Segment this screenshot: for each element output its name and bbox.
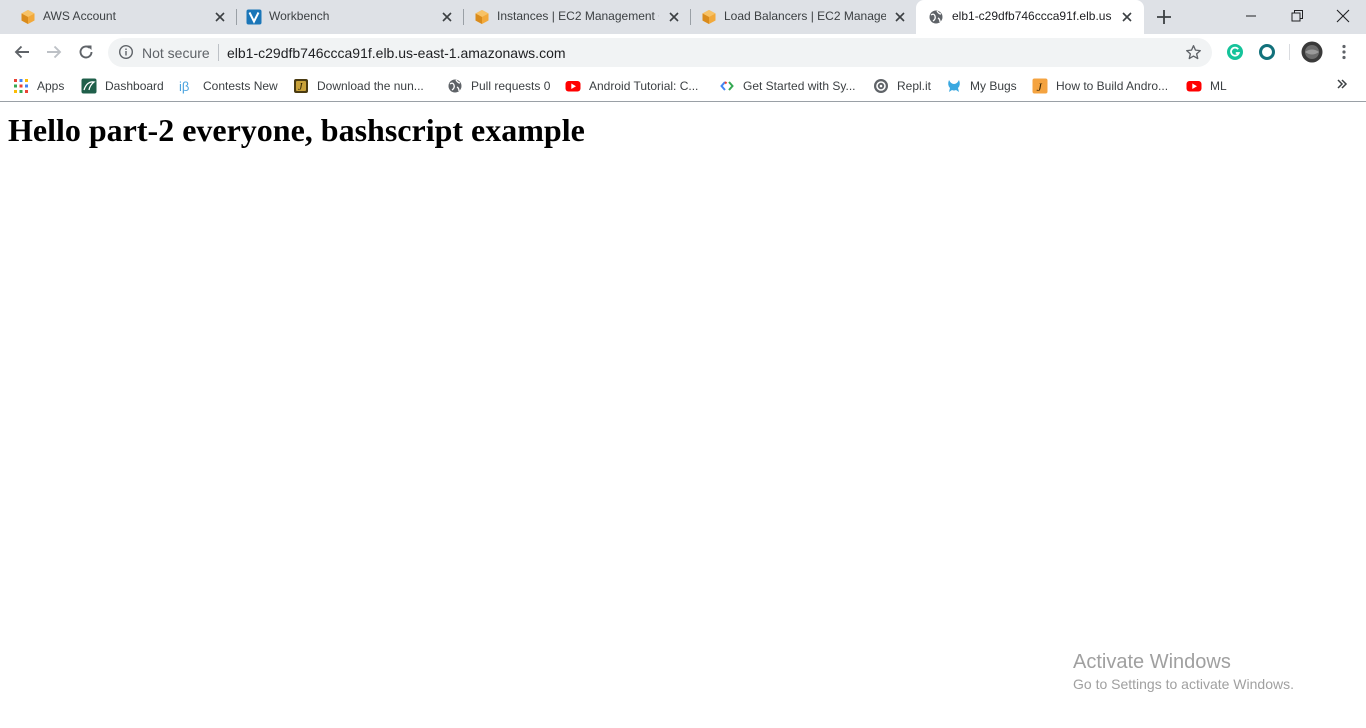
activate-windows-title: Activate Windows (1073, 651, 1231, 673)
tab-title: Instances | EC2 Management C (497, 9, 659, 23)
window-close-icon[interactable] (1333, 6, 1353, 26)
profile-avatar-icon[interactable] (1301, 41, 1323, 63)
svg-text:iβ: iβ (179, 79, 189, 94)
tab-elb-page[interactable]: elb1-c29dfb746ccca91f.elb.us- (916, 0, 1144, 34)
bookmark-how-to-build[interactable]: J How to Build Andro... (1032, 76, 1168, 96)
new-tab-icon[interactable] (1155, 8, 1173, 26)
tab-strip: AWS Account Workbench Instances | EC2 Ma… (0, 0, 1366, 34)
tab-load-balancers-ec2[interactable]: Load Balancers | EC2 Managem (681, 0, 917, 34)
close-icon[interactable] (1120, 10, 1134, 24)
bookmark-label: Contests New (203, 79, 278, 93)
youtube-icon (1186, 81, 1202, 92)
tab-title: elb1-c29dfb746ccca91f.elb.us- (952, 9, 1112, 23)
bookmark-replit[interactable]: Repl.it (873, 76, 931, 96)
reload-icon[interactable] (77, 43, 95, 61)
bookmark-download-nun[interactable]: J Download the nun... (293, 76, 424, 96)
bug-icon (948, 80, 960, 92)
divider (218, 44, 219, 61)
bookmark-star-icon[interactable] (1185, 44, 1202, 61)
tab-title: Load Balancers | EC2 Managem (724, 9, 886, 23)
url-text[interactable]: elb1-c29dfb746ccca91f.elb.us-east-1.amaz… (227, 45, 566, 61)
bookmark-label: Pull requests 0 (471, 79, 551, 93)
workbench-v-icon (246, 9, 262, 25)
aws-cube-icon (475, 10, 489, 24)
apps-grid-icon (14, 79, 28, 93)
bookmark-label: How to Build Andro... (1056, 79, 1169, 93)
browser-toolbar: Not secure elb1-c29dfb746ccca91f.elb.us-… (0, 34, 1366, 71)
info-icon[interactable] (118, 44, 134, 60)
globe-icon (929, 10, 943, 24)
minimize-icon[interactable] (1241, 6, 1261, 26)
ib-icon: iβ (179, 79, 189, 94)
dashboard-icon (81, 78, 97, 94)
menu-kebab-icon[interactable] (1335, 43, 1353, 61)
tab-title: Workbench (269, 9, 330, 23)
tab-workbench[interactable]: Workbench (226, 0, 462, 34)
google-dev-icon (720, 81, 734, 91)
back-arrow-icon[interactable] (13, 43, 31, 61)
bookmark-label: Dashboard (105, 79, 164, 93)
toolbar-divider (1289, 44, 1290, 60)
tab-instances-ec2[interactable]: Instances | EC2 Management C (454, 0, 690, 34)
bookmark-dashboard[interactable]: Dashboard (81, 76, 164, 96)
tab-aws-account[interactable]: AWS Account (0, 0, 236, 34)
book-icon: J (294, 79, 308, 93)
bookmark-apps[interactable]: Apps (13, 76, 64, 96)
youtube-icon (565, 81, 581, 92)
aws-cube-icon (21, 10, 35, 24)
security-status[interactable]: Not secure (142, 45, 210, 61)
tab-title: AWS Account (43, 9, 116, 23)
bookmark-android-tutorial[interactable]: Android Tutorial: C... (565, 76, 698, 96)
restore-icon[interactable] (1287, 6, 1307, 26)
bookmark-ml[interactable]: ML (1186, 76, 1227, 96)
bookmark-get-started[interactable]: Get Started with Sy... (719, 76, 856, 96)
bookmarks-bar: Apps Dashboard iβ Contests New J Downloa… (0, 71, 1366, 102)
activate-windows-subtitle: Go to Settings to activate Windows. (1073, 676, 1294, 692)
bookmark-label: Get Started with Sy... (743, 79, 856, 93)
svg-text:J: J (1037, 80, 1043, 94)
close-icon[interactable] (440, 10, 454, 24)
chevron-double-right-icon[interactable] (1335, 77, 1349, 91)
extension-ring-icon[interactable] (1258, 43, 1276, 61)
globe-icon (448, 79, 462, 93)
bookmark-pull-requests[interactable]: Pull requests 0 (447, 76, 550, 96)
bookmark-contests-new[interactable]: iβ Contests New (179, 76, 278, 96)
bookmark-label: Android Tutorial: C... (589, 79, 699, 93)
bookmark-label: Apps (37, 79, 65, 93)
svg-text:J: J (298, 82, 303, 93)
address-bar[interactable]: Not secure elb1-c29dfb746ccca91f.elb.us-… (108, 38, 1212, 67)
bookmark-my-bugs[interactable]: My Bugs (946, 76, 1017, 96)
grammarly-icon[interactable] (1226, 43, 1244, 61)
bookmark-label: My Bugs (970, 79, 1017, 93)
bookmark-label: Repl.it (897, 79, 932, 93)
page-heading: Hello part-2 everyone, bashscript exampl… (8, 112, 585, 148)
bookmark-label: Download the nun... (317, 79, 424, 93)
bookmark-label: ML (1210, 79, 1227, 93)
close-icon[interactable] (893, 10, 907, 24)
aws-cube-icon (702, 10, 716, 24)
close-icon[interactable] (213, 10, 227, 24)
close-icon[interactable] (667, 10, 681, 24)
replit-icon (874, 79, 888, 93)
j-icon: J (1032, 78, 1048, 94)
forward-arrow-icon[interactable] (45, 43, 63, 61)
